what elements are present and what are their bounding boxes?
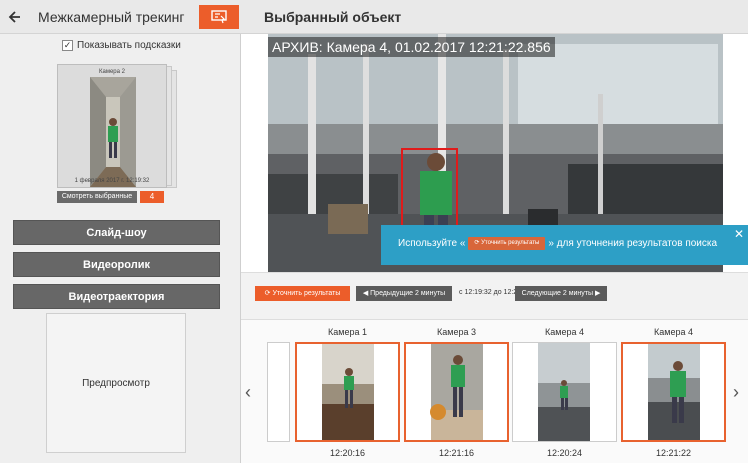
result-image: [406, 344, 507, 440]
back-arrow-icon[interactable]: [6, 9, 22, 25]
previous-2-minutes-button[interactable]: ◀ Предыдущие 2 минуты: [356, 286, 452, 301]
close-icon[interactable]: ✕: [734, 227, 744, 241]
selected-object-title: Выбранный объект: [264, 9, 402, 25]
result-time: 12:21:16: [438, 448, 475, 458]
video-clip-button[interactable]: Видеоролик: [13, 252, 220, 277]
hints-toggle[interactable]: ✓ Показывать подсказки: [62, 38, 181, 52]
result-time: 12:21:22: [655, 448, 692, 458]
result-item[interactable]: Камера 3 12:21:16: [404, 320, 509, 463]
card-camera-label: Камера 2: [99, 69, 125, 75]
slideshow-button[interactable]: Слайд-шоу: [13, 220, 220, 245]
result-time: 12:20:16: [329, 448, 366, 458]
result-camera: Камера 3: [437, 327, 476, 337]
card-date: 1 февраля 2017 г. 12:19:32: [74, 178, 150, 184]
tooltip-refine-label: Уточнить результаты: [481, 240, 540, 246]
result-camera: Камера 4: [654, 327, 693, 337]
search-controls: ⟳ Уточнить результаты ◀ Предыдущие 2 мин…: [241, 272, 748, 320]
results-strip: ‹ Камера 1 12:20:16 Камера 3 12:21:16 Ка…: [241, 320, 748, 463]
next-label: Следующие 2 минуты: [521, 290, 594, 297]
refine-results-button[interactable]: ⟳ Уточнить результаты: [255, 286, 350, 301]
refine-label: Уточнить результаты: [272, 290, 341, 297]
result-time: 12:20:24: [546, 448, 583, 458]
archive-timestamp-label: АРХИВ: Камера 4, 01.02.2017 12:21:22.856: [268, 37, 555, 57]
hints-label: Показывать подсказки: [77, 39, 181, 51]
left-panel: Межкамерный трекинг ✓ Показывать подсказ…: [0, 0, 241, 463]
result-thumbnail[interactable]: [621, 342, 726, 442]
result-item[interactable]: Камера 4 12:21:22: [621, 320, 726, 463]
tracking-icon: [211, 10, 227, 24]
tooltip-refine-button: ⟳ Уточнить результаты: [468, 237, 546, 250]
selected-count-badge: 4: [140, 191, 164, 203]
scroll-right-icon[interactable]: ›: [733, 382, 739, 403]
result-thumbnail[interactable]: [512, 342, 617, 442]
left-header: Межкамерный трекинг: [0, 0, 241, 34]
preview-panel: Предпросмотр: [46, 313, 186, 453]
right-header: Выбранный объект: [241, 0, 748, 34]
partial-result-thumb[interactable]: [267, 342, 290, 442]
object-thumbnail: [90, 77, 136, 187]
tooltip-suffix: » для уточнения результатов поиска: [548, 238, 718, 249]
result-item[interactable]: Камера 1 12:20:16: [295, 320, 400, 463]
tooltip-prefix: Используйте «: [398, 238, 466, 249]
tracked-object-card[interactable]: Камера 2: [57, 64, 167, 188]
preview-label: Предпросмотр: [82, 377, 150, 389]
prev-label: Предыдущие 2 минуты: [370, 290, 446, 297]
view-selected-button[interactable]: Смотреть выбранные: [57, 191, 137, 203]
result-image: [513, 343, 616, 441]
result-image: [297, 344, 398, 440]
result-image: [623, 344, 724, 440]
hint-tooltip: Используйте « ⟳ Уточнить результаты » дл…: [381, 225, 748, 265]
result-item[interactable]: Камера 4 12:20:24: [512, 320, 617, 463]
result-camera: Камера 1: [328, 327, 367, 337]
tracking-button[interactable]: [199, 5, 239, 29]
triangle-right-icon: ▶: [593, 290, 601, 297]
result-thumbnail[interactable]: [295, 342, 400, 442]
video-trajectory-button[interactable]: Видеотраектория: [13, 284, 220, 309]
page-title: Межкамерный трекинг: [38, 9, 185, 25]
next-2-minutes-button[interactable]: Следующие 2 минуты ▶: [515, 286, 607, 301]
scroll-left-icon[interactable]: ‹: [245, 382, 251, 403]
result-camera: Камера 4: [545, 327, 584, 337]
hints-checkbox[interactable]: ✓: [62, 39, 73, 51]
result-thumbnail[interactable]: [404, 342, 509, 442]
